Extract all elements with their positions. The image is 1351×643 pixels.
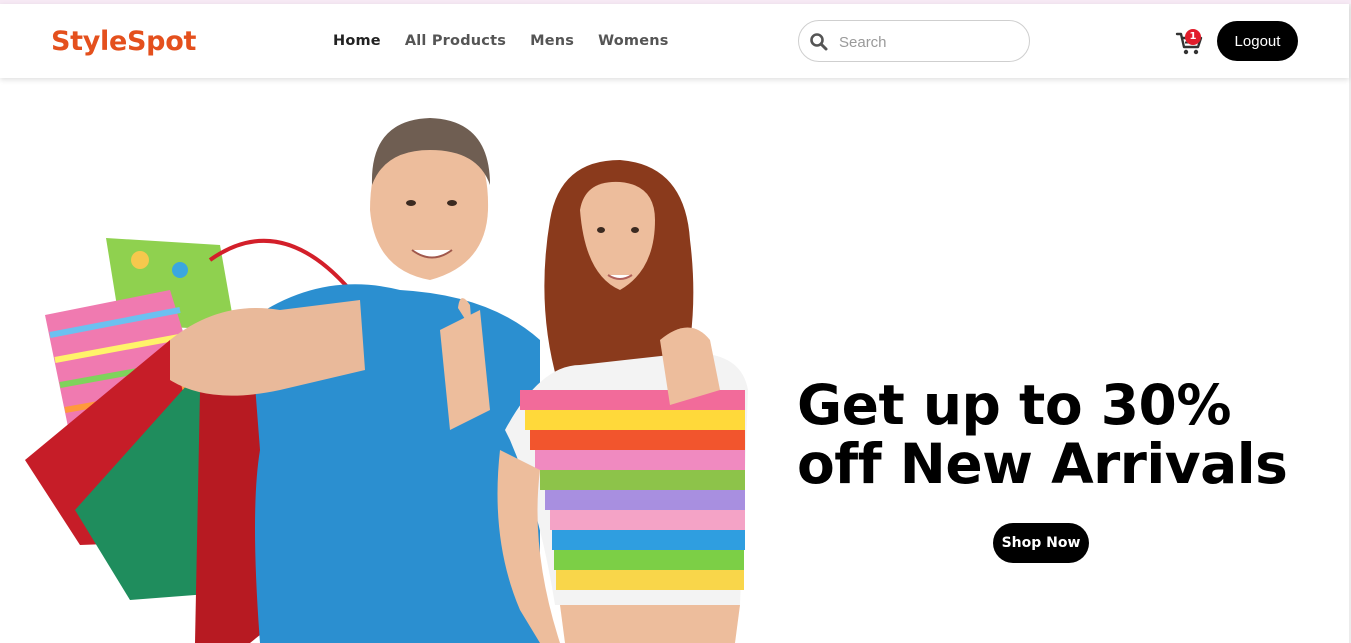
nav-link-womens[interactable]: Womens [598,32,669,50]
nav-link-mens[interactable]: Mens [530,32,574,50]
hero-headline: Get up to 30% off New Arrivals [797,376,1337,494]
hero-image [25,118,748,643]
nav-link-home[interactable]: Home [333,32,381,50]
cart-count-badge: 1 [1185,29,1201,45]
hero-headline-line2: off New Arrivals [797,432,1288,496]
search-icon[interactable] [809,32,829,52]
main-nav: Home All Products Mens Womens [333,32,669,50]
woman-figure [497,160,748,643]
hero-headline-line1: Get up to 30% [797,373,1231,437]
shop-now-button[interactable]: Shop Now [993,523,1089,563]
search-input[interactable] [839,30,1019,54]
search-box [798,20,1030,62]
logout-button[interactable]: Logout [1217,21,1298,61]
navbar: StyleSpot Home All Products Mens Womens … [0,4,1349,78]
brand-logo[interactable]: StyleSpot [51,26,196,58]
nav-link-all-products[interactable]: All Products [405,32,506,50]
